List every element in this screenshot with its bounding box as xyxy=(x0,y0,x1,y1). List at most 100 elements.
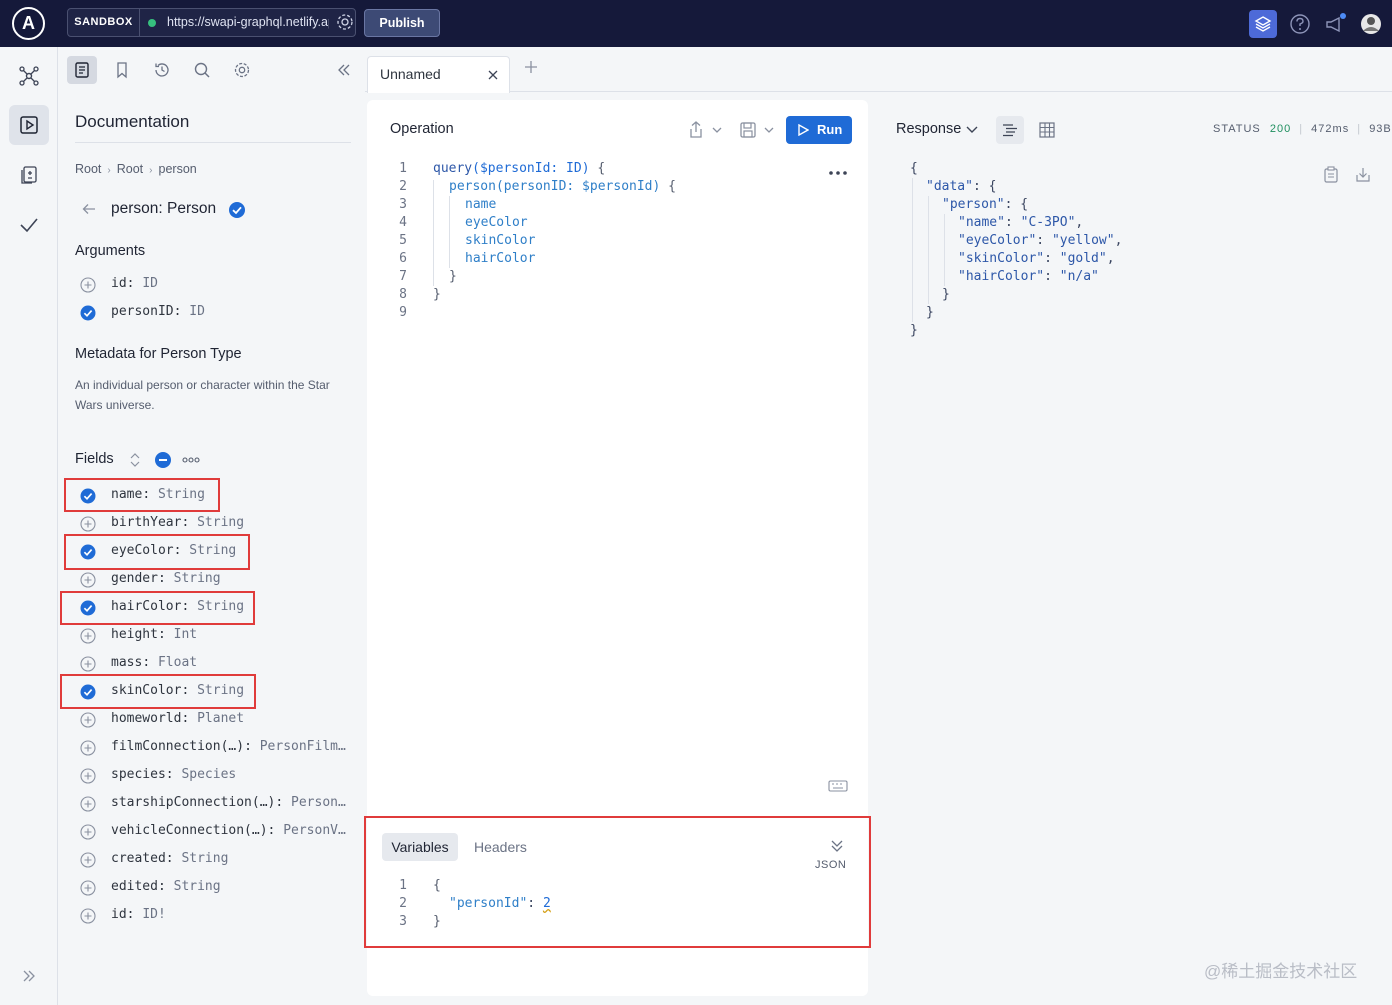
field-type[interactable]: Planet xyxy=(197,711,244,726)
add-field-icon[interactable] xyxy=(80,768,96,784)
response-title[interactable]: Response xyxy=(896,121,961,137)
search-tab-button[interactable] xyxy=(187,56,217,84)
endpoint-input[interactable]: https://swapi-graphql.netlify.app/.netli… xyxy=(167,9,329,36)
field-name: id xyxy=(111,907,127,922)
status-label: STATUS xyxy=(1213,123,1261,135)
deselect-all-icon[interactable] xyxy=(154,451,172,469)
close-icon[interactable] xyxy=(486,68,500,82)
add-field-icon[interactable] xyxy=(80,852,96,868)
arg-type[interactable]: ID xyxy=(142,276,158,291)
user-avatar[interactable] xyxy=(1357,10,1385,38)
add-field-icon[interactable] xyxy=(80,880,96,896)
table-view-icon[interactable] xyxy=(1039,122,1055,138)
history-icon xyxy=(155,63,169,77)
apollo-logo[interactable]: A xyxy=(12,7,45,40)
highlight-box xyxy=(64,534,250,570)
sort-icon[interactable] xyxy=(129,452,141,468)
add-tab-icon[interactable] xyxy=(523,59,539,75)
code-field: eyeColor xyxy=(465,215,528,230)
breadcrumb-item[interactable]: Root xyxy=(75,162,101,176)
field-type[interactable]: String xyxy=(181,851,228,866)
add-field-icon[interactable] xyxy=(80,712,96,728)
keyboard-icon[interactable] xyxy=(828,780,848,792)
collections-tab-button[interactable] xyxy=(107,56,137,84)
schema-nav-button[interactable] xyxy=(9,56,49,96)
field-type[interactable]: Species xyxy=(181,767,236,782)
run-button[interactable]: Run xyxy=(786,116,852,144)
field-type[interactable]: PersonV… xyxy=(283,823,346,838)
gear-icon xyxy=(234,62,250,78)
arg-type[interactable]: ID xyxy=(189,304,205,319)
code-brace: { xyxy=(910,161,918,176)
field-type[interactable]: Float xyxy=(158,655,197,670)
selected-check-icon[interactable] xyxy=(228,201,246,219)
more-options-icon[interactable] xyxy=(182,455,200,465)
announcement-icon[interactable] xyxy=(1321,10,1349,38)
response-status: STATUS 200 | 472ms | 93B xyxy=(1213,123,1392,135)
status-code: 200 xyxy=(1269,123,1292,135)
chevron-down-icon[interactable] xyxy=(712,126,722,134)
add-field-icon[interactable] xyxy=(80,796,96,812)
add-field-icon[interactable] xyxy=(80,516,96,532)
chevron-down-icon[interactable] xyxy=(764,126,774,134)
arg-name: id xyxy=(111,276,127,291)
add-field-icon[interactable] xyxy=(80,740,96,756)
add-field-icon[interactable] xyxy=(80,908,96,924)
settings-tab-button[interactable] xyxy=(227,56,257,84)
docs-tab-button[interactable] xyxy=(67,56,97,84)
line-number: 7 xyxy=(399,269,407,284)
validate-nav-button[interactable] xyxy=(9,205,49,245)
field-type[interactable]: String xyxy=(197,515,244,530)
code-field: hairColor xyxy=(465,251,536,266)
code-brace: } xyxy=(926,305,934,320)
field-type[interactable]: PersonFilm… xyxy=(260,739,346,754)
line-number: 3 xyxy=(399,197,407,212)
response-time: 472ms xyxy=(1311,123,1350,135)
help-icon[interactable] xyxy=(1286,10,1314,38)
publish-button[interactable]: Publish xyxy=(364,9,440,37)
code-brace: } xyxy=(449,269,457,284)
add-field-icon[interactable] xyxy=(80,656,96,672)
add-field-icon[interactable] xyxy=(80,277,96,293)
indent-guide xyxy=(928,196,929,304)
line-number: 8 xyxy=(399,287,407,302)
field-type[interactable]: String xyxy=(174,879,221,894)
collapse-panel-button[interactable] xyxy=(329,56,359,84)
add-field-icon[interactable] xyxy=(80,572,96,588)
field-name: edited xyxy=(111,879,158,894)
connection-settings-icon[interactable] xyxy=(336,13,354,31)
response-size: 93B xyxy=(1369,123,1392,135)
field-name: vehicleConnection(…) xyxy=(111,823,268,838)
field-name: species xyxy=(111,767,166,782)
more-icon[interactable] xyxy=(828,170,848,176)
share-icon[interactable] xyxy=(687,120,705,140)
checks-nav-button[interactable] xyxy=(9,155,49,195)
copy-icon[interactable] xyxy=(1323,166,1339,183)
selected-check-icon[interactable] xyxy=(80,305,96,321)
response-value: "C-3PO" xyxy=(1020,215,1076,230)
explorer-nav-button[interactable] xyxy=(9,105,49,145)
field-type[interactable]: Person… xyxy=(291,795,346,810)
line-number: 2 xyxy=(399,179,407,194)
back-arrow-icon[interactable] xyxy=(81,201,97,217)
save-icon[interactable] xyxy=(739,121,757,139)
tab-unnamed[interactable]: Unnamed xyxy=(367,56,510,93)
expand-rail-icon[interactable] xyxy=(20,967,38,990)
field-type[interactable]: ID! xyxy=(142,907,165,922)
checkmark-icon xyxy=(20,218,38,233)
field-type[interactable]: String xyxy=(174,571,221,586)
line-number: 5 xyxy=(399,233,407,248)
document-icon xyxy=(75,62,89,78)
download-icon[interactable] xyxy=(1355,166,1371,183)
breadcrumb-item[interactable]: Root xyxy=(117,162,143,176)
add-field-icon[interactable] xyxy=(80,628,96,644)
breadcrumb: Root › Root › person xyxy=(75,162,197,176)
response-key: "hairColor" xyxy=(958,269,1045,284)
chevron-down-icon[interactable] xyxy=(966,125,978,134)
add-field-icon[interactable] xyxy=(80,824,96,840)
left-rail xyxy=(0,47,58,1005)
history-tab-button[interactable] xyxy=(147,56,177,84)
field-type[interactable]: Int xyxy=(174,627,197,642)
explorer-layers-icon[interactable] xyxy=(1249,10,1277,38)
json-view-button[interactable] xyxy=(996,116,1024,144)
